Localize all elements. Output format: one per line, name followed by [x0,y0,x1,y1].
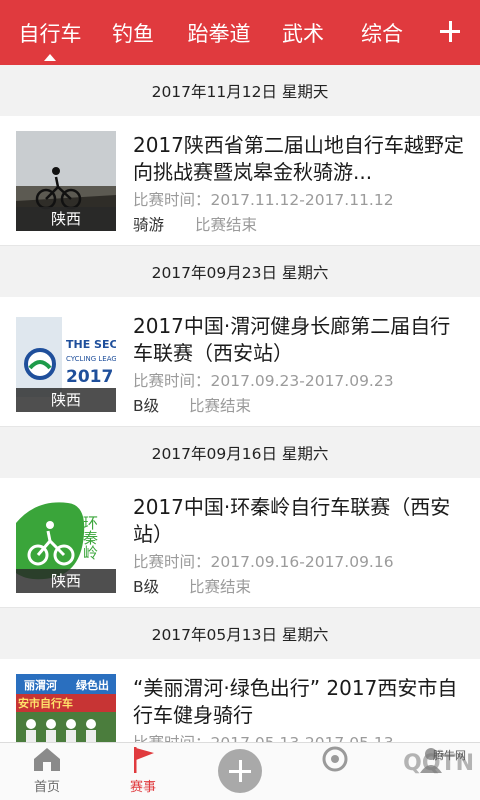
event-status: 比赛结束 [189,397,252,415]
nav-events[interactable]: 赛事 [108,743,178,800]
event-tag: B级 [133,578,160,596]
watermark-logo: 腾牛网 QQTN [403,749,474,776]
region-label: 陕西 [16,388,116,412]
event-tag: 骑游 [133,216,165,234]
nav-home[interactable]: 首页 [12,743,82,800]
target-icon [322,746,348,772]
event-status: 比赛结束 [195,216,258,234]
date-header: 2017年09月16日 星期六 [0,427,480,478]
banner-text-1: 丽渭河 [24,678,57,692]
logo-vertical-text: 环秦岭 [81,515,99,560]
tab-bicycle[interactable]: 自行车 [4,0,96,65]
event-tag: B级 [133,397,160,415]
event-item[interactable]: 环秦岭 陕西 2017中国·环秦岭自行车联赛（西安站） 比赛时间：2017.09… [0,478,480,608]
event-item[interactable]: 陕西 2017陕西省第二届山地自行车越野定向挑战赛暨岚皋金秋骑游... 比赛时间… [0,116,480,246]
tab-general[interactable]: 综合 [338,0,426,65]
flag-icon [134,747,154,773]
home-icon [34,748,60,771]
tab-fishing[interactable]: 钓鱼 [96,0,170,65]
date-header: 2017年05月13日 星期六 [0,608,480,659]
event-time: 比赛时间：2017.11.12-2017.11.12 [133,191,394,209]
tab-label: 自行车 [18,21,82,46]
event-title: 2017中国·环秦岭自行车联赛（西安站） [133,495,451,546]
tab-martial-arts[interactable]: 武术 [268,0,338,65]
nav-item-4[interactable] [300,743,370,800]
tab-label: 综合 [361,21,403,46]
event-time: 比赛时间：2017.09.23-2017.09.23 [133,372,394,390]
event-thumbnail: 陕西 [16,131,116,231]
date-header: 2017年09月23日 星期六 [0,246,480,297]
event-item[interactable]: 丽渭河 绿色出 安市自行车 “美丽渭河·绿色出行” 2017西安市自行车健身骑行… [0,659,480,742]
tab-label: 跆拳道 [187,21,251,46]
event-title: 2017陕西省第二届山地自行车越野定向挑战赛暨岚皋金秋骑游... [133,133,464,184]
nav-home-label: 首页 [33,780,60,795]
event-status: 比赛结束 [189,578,252,596]
nav-add-plus-icon[interactable] [218,749,262,793]
tab-taekwondo[interactable]: 跆拳道 [170,0,268,65]
event-thumbnail: 环秦岭 陕西 [16,493,116,593]
event-time: 比赛时间：2017.05.13-2017.05.13 [133,731,394,742]
event-item[interactable]: THE SECO CYCLING LEAG 2017 陕西 2017中国·渭河健… [0,297,480,427]
region-label: 陕西 [16,569,116,593]
group-ride-banner-icon: 丽渭河 绿色出 安市自行车 [16,674,116,742]
banner-text-3: 安市自行车 [18,696,73,710]
category-tab-bar: 自行车 钓鱼 跆拳道 武术 综合 [0,0,480,65]
logo-text-line3: 2017 [66,367,113,387]
logo-text-line2: CYCLING LEAG [66,355,116,363]
nav-events-label: 赛事 [129,780,156,795]
event-time: 比赛时间：2017.09.16-2017.09.16 [133,553,394,571]
bottom-navigation: 首页 赛事 腾牛网 QQTN [0,742,480,800]
event-title: “美丽渭河·绿色出行” 2017西安市自行车健身骑行 [133,676,458,727]
banner-text-2: 绿色出 [76,678,109,692]
event-thumbnail: THE SECO CYCLING LEAG 2017 陕西 [16,312,116,412]
tab-label: 钓鱼 [112,21,154,46]
add-category-plus-icon[interactable] [432,14,468,50]
event-title: 2017中国·渭河健身长廊第二届自行车联赛（西安站） [133,314,451,365]
watermark-small-text: 腾牛网 [433,749,466,762]
region-label: 陕西 [16,207,116,231]
active-tab-indicator-icon [44,54,56,61]
tab-label: 武术 [282,21,324,46]
event-thumbnail: 丽渭河 绿色出 安市自行车 [16,674,116,742]
app-root: 自行车 钓鱼 跆拳道 武术 综合 2017年11月12日 星期天 陕西 2017… [0,0,480,800]
event-list[interactable]: 2017年11月12日 星期天 陕西 2017陕西省第二届山地自行车越野定向挑战… [0,65,480,742]
logo-text-line1: THE SECO [66,338,116,351]
date-header: 2017年11月12日 星期天 [0,65,480,116]
